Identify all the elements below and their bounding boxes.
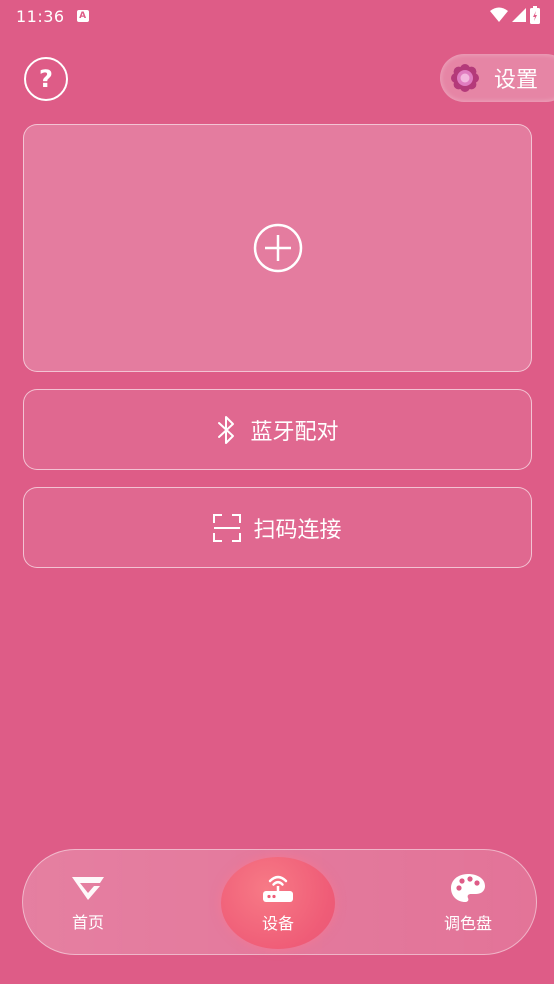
status-time: 11:36 [16, 6, 65, 26]
palette-icon [451, 874, 485, 902]
home-logo-icon [72, 877, 104, 900]
bluetooth-pair-button[interactable]: 蓝牙配对 [23, 389, 532, 470]
nav-palette-label: 调色盘 [443, 914, 492, 933]
nav-palette[interactable]: 调色盘 [411, 850, 525, 956]
status-icons [490, 6, 540, 24]
scan-icon [213, 513, 242, 542]
nav-device-label: 设备 [261, 914, 294, 933]
signal-icon [512, 8, 526, 22]
add-device-card[interactable] [23, 124, 532, 372]
bottom-nav: 首页 设备 调色盘 [22, 849, 537, 955]
scan-connect-label: 扫码连接 [253, 517, 342, 543]
help-icon: ? [39, 65, 53, 93]
notification-a-icon: A [76, 10, 89, 22]
battery-icon [530, 6, 540, 24]
bluetooth-pair-label: 蓝牙配对 [250, 419, 339, 445]
plus-circle-icon [253, 223, 302, 273]
scan-connect-button[interactable]: 扫码连接 [23, 487, 532, 568]
help-button[interactable]: ? [24, 57, 68, 101]
status-bar: 11:36 A [0, 0, 554, 32]
nav-device[interactable]: 设备 [221, 850, 335, 956]
nav-home[interactable]: 首页 [31, 850, 145, 956]
flower-gear-icon [451, 64, 479, 92]
settings-label: 设置 [494, 68, 539, 93]
wifi-icon [490, 7, 508, 22]
nav-home-label: 首页 [71, 913, 104, 932]
bluetooth-icon [218, 415, 235, 444]
router-icon [263, 875, 293, 902]
settings-button[interactable]: 设置 [440, 54, 554, 102]
